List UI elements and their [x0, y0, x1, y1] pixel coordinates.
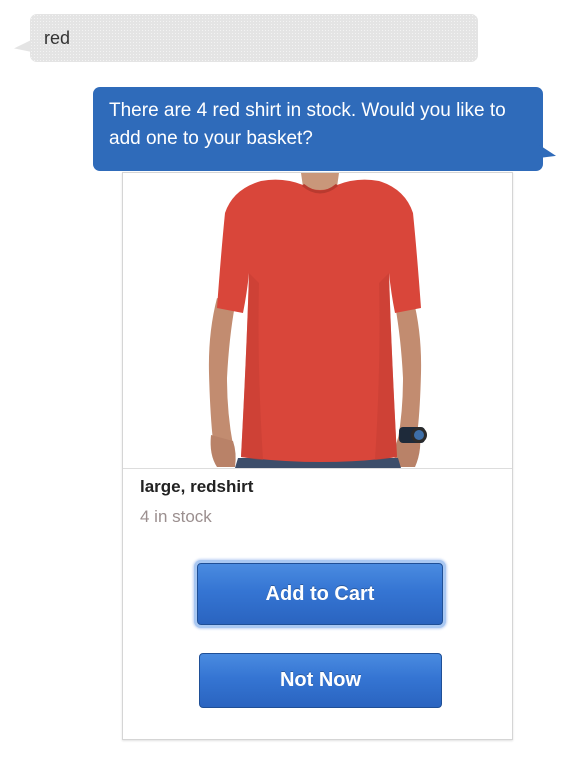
add-to-cart-button[interactable]: Add to Cart: [197, 563, 443, 625]
product-card: large, redshirt 4 in stock Add to Cart N…: [122, 172, 513, 740]
not-now-button[interactable]: Not Now: [199, 653, 442, 708]
chat-window: red There are 4 red shirt in stock. Woul…: [0, 0, 586, 773]
bot-message-text: There are 4 red shirt in stock. Would yo…: [109, 100, 506, 149]
image-divider: [123, 468, 512, 469]
bot-message-bubble: There are 4 red shirt in stock. Would yo…: [93, 87, 543, 171]
add-to-cart-label: Add to Cart: [265, 582, 375, 605]
red-tshirt-icon: [208, 173, 427, 468]
user-message-bubble: red: [30, 14, 478, 62]
product-image: [123, 173, 512, 468]
product-title: large, redshirt: [140, 477, 254, 496]
stock-status: 4 in stock: [140, 507, 212, 526]
user-message-text: red: [44, 27, 71, 48]
not-now-label: Not Now: [279, 669, 362, 691]
user-bubble-tail: [14, 40, 30, 55]
